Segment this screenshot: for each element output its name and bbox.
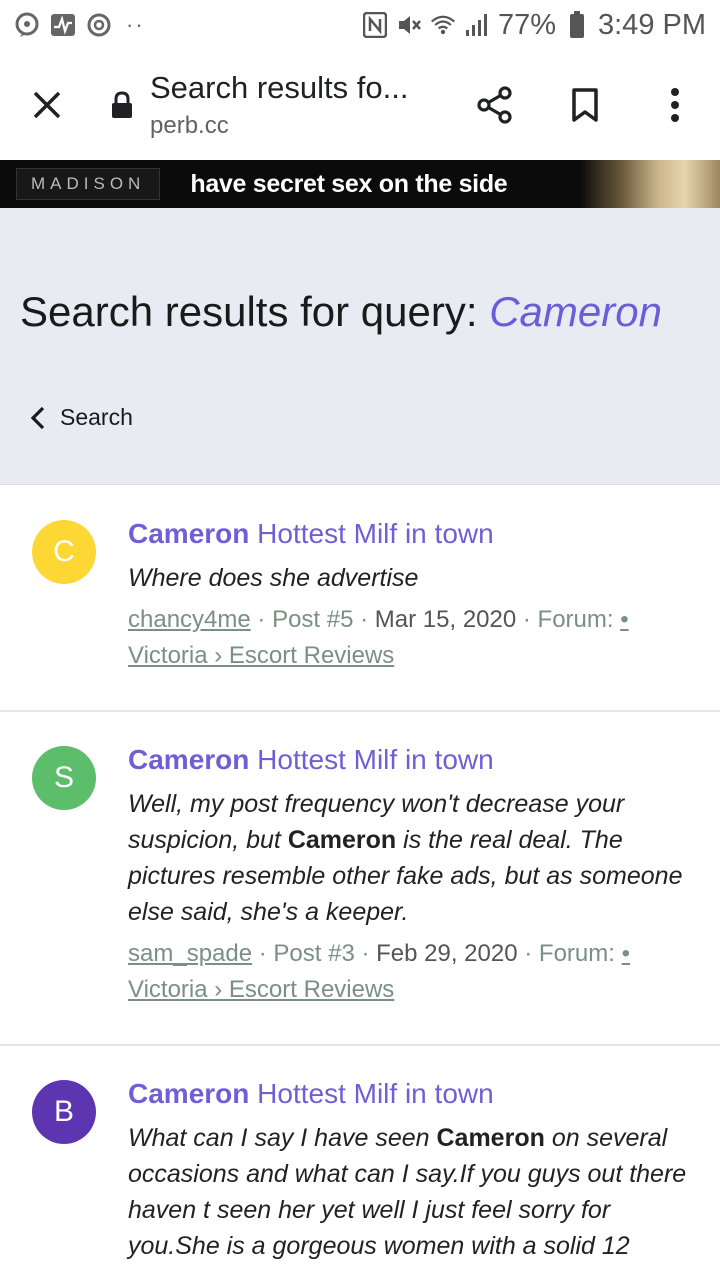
url-text: perb.cc — [150, 112, 229, 139]
forum-label: Forum: — [537, 606, 614, 633]
ad-brand-logo: MADISON — [16, 168, 161, 200]
snippet-highlight: Cameron — [436, 1124, 545, 1152]
result-title-rest: Hottest Milf in town — [257, 1078, 494, 1109]
activity-icon — [50, 12, 76, 38]
close-tab-button[interactable] — [0, 50, 95, 160]
forum-link[interactable]: Victoria › Escort Reviews — [128, 976, 394, 1003]
mute-icon — [396, 12, 422, 38]
result-snippet: Well, my post frequency won't decrease y… — [128, 786, 696, 930]
snippet-text: What can I say I have seen — [128, 1124, 437, 1152]
sync-icon — [86, 12, 112, 38]
share-button[interactable] — [450, 50, 540, 160]
author-link[interactable]: chancy4me — [128, 606, 251, 633]
results-list: C Cameron Hottest Milf in town Where doe… — [0, 486, 720, 1264]
result-snippet: Where does she advertise — [128, 560, 696, 596]
signal-icon — [464, 12, 490, 38]
result-meta: sam_spade · Post #3 · Feb 29, 2020 · For… — [128, 940, 630, 1003]
more-vert-icon — [671, 88, 679, 122]
result-title-keyword: Cameron — [128, 1078, 250, 1109]
page-title: Search results for query: Cameron — [20, 288, 662, 336]
ad-banner[interactable]: MADISON have secret sex on the side — [0, 160, 720, 208]
nfc-icon — [362, 12, 388, 38]
forum-bullet-link[interactable]: • — [622, 940, 630, 967]
avatar[interactable]: C — [32, 520, 96, 584]
viber-icon — [14, 12, 40, 38]
page-title-box[interactable]: Search results fo... perb.cc — [150, 70, 450, 140]
snippet-text: Where does she advertise — [128, 564, 419, 592]
more-options-button[interactable] — [630, 50, 720, 160]
forum-bullet-link[interactable]: • — [620, 606, 628, 633]
result-title-link[interactable]: Cameron Hottest Milf in town — [128, 516, 696, 552]
tab-title: Search results fo... — [150, 70, 409, 105]
clock: 3:49 PM — [598, 8, 706, 41]
back-to-search-link[interactable]: Search — [30, 404, 133, 431]
result-item: C Cameron Hottest Milf in town Where doe… — [0, 486, 720, 712]
search-header: Search results for query: Cameron Search — [0, 208, 720, 485]
avatar-letter: B — [53, 1095, 74, 1128]
result-title-keyword: Cameron — [128, 518, 250, 549]
result-title-rest: Hottest Milf in town — [257, 518, 494, 549]
battery-percent: 77% — [497, 8, 556, 41]
author-link[interactable]: sam_spade — [128, 940, 252, 967]
avatar-letter: S — [53, 761, 74, 794]
snippet-highlight: Cameron — [287, 826, 397, 854]
bookmark-icon — [572, 88, 598, 122]
ad-text: have secret sex on the side — [190, 169, 508, 198]
result-title-link[interactable]: Cameron Hottest Milf in town — [128, 1076, 696, 1112]
avatar[interactable]: B — [32, 1080, 96, 1144]
lock-icon[interactable] — [95, 50, 150, 160]
result-meta: chancy4me · Post #5 · Mar 15, 2020 · For… — [128, 606, 629, 669]
result-title-rest: Hottest Milf in town — [257, 744, 494, 775]
result-snippet: What can I say I have seen Cameron on se… — [128, 1120, 696, 1264]
status-bar: ·· 77% 3:49 PM — [0, 0, 720, 50]
close-icon — [34, 91, 61, 119]
result-title-link[interactable]: Cameron Hottest Milf in town — [128, 742, 696, 778]
more-notifications-icon: ·· — [126, 12, 145, 37]
forum-link[interactable]: Victoria › Escort Reviews — [128, 642, 394, 669]
page-title-prefix: Search results for query: — [20, 288, 478, 335]
post-date: Mar 15, 2020 — [374, 606, 517, 633]
battery-icon — [564, 11, 590, 38]
ad-image — [580, 160, 720, 208]
chevron-left-icon — [30, 406, 45, 429]
bookmark-button[interactable] — [540, 50, 630, 160]
result-title-keyword: Cameron — [128, 744, 250, 775]
wifi-icon — [430, 12, 456, 38]
post-number: Post #3 — [273, 940, 355, 967]
avatar[interactable]: S — [32, 746, 96, 810]
browser-toolbar: Search results fo... perb.cc — [0, 50, 720, 160]
avatar-letter: C — [53, 535, 75, 568]
result-item: S Cameron Hottest Milf in town Well, my … — [0, 712, 720, 1046]
back-label: Search — [60, 404, 133, 430]
share-icon — [477, 86, 512, 124]
search-query: Cameron — [489, 288, 662, 335]
post-date: Feb 29, 2020 — [376, 940, 518, 967]
result-item: B Cameron Hottest Milf in town What can … — [0, 1046, 720, 1264]
forum-label: Forum: — [538, 940, 615, 967]
post-number: Post #5 — [272, 606, 354, 633]
